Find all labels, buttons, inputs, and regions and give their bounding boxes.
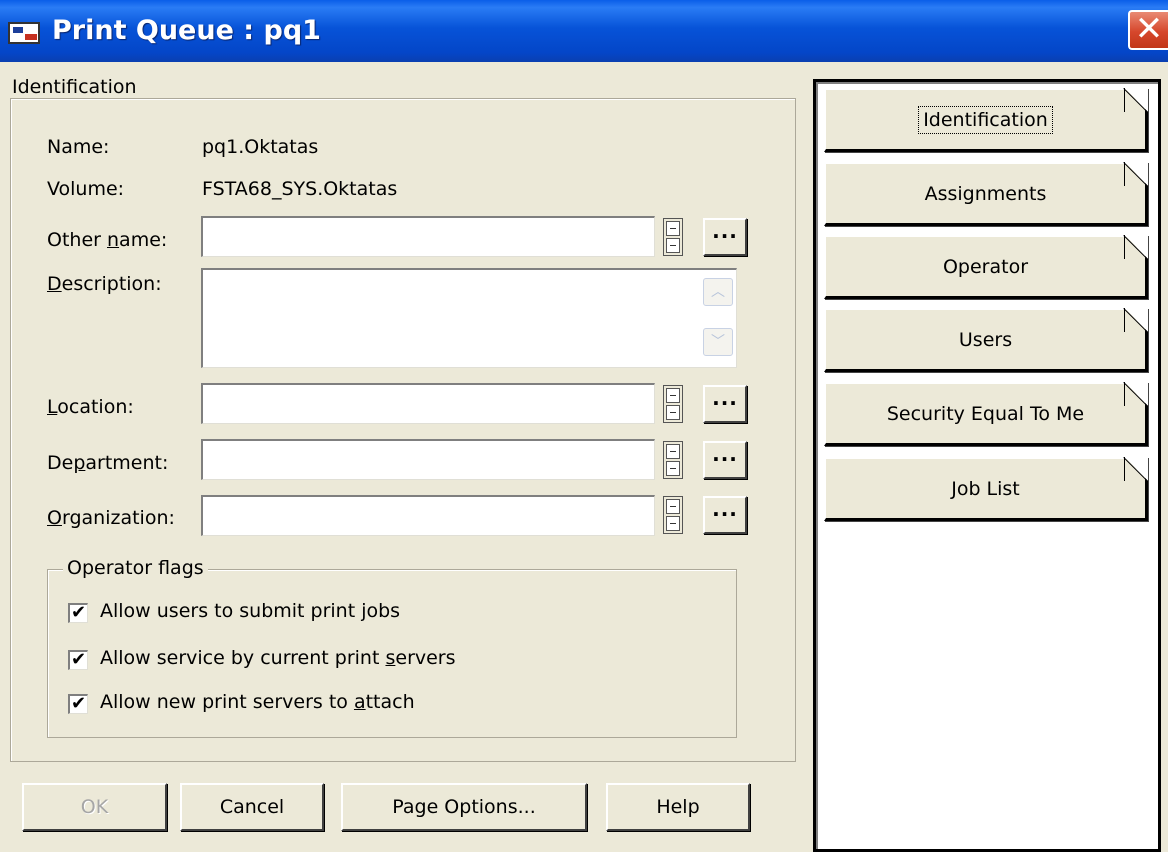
page-fold-icon <box>1124 457 1148 481</box>
print-queue-app-icon[interactable] <box>8 22 40 44</box>
ok-button[interactable]: OK <box>22 783 167 831</box>
tab-assignments[interactable]: Assignments <box>824 162 1148 226</box>
organization-browse-button[interactable]: ... <box>703 496 747 534</box>
chevron-down-icon: ﹀ <box>711 334 725 350</box>
volume-label: Volume: <box>47 178 125 200</box>
name-label: Name: <box>47 136 110 158</box>
page-fold-icon <box>1124 162 1148 186</box>
allow-attach-checkbox[interactable]: ✔ <box>68 694 88 714</box>
allow-service-label[interactable]: Allow service by current print servers <box>100 647 456 669</box>
tab-label: Assignments <box>924 183 1047 205</box>
department-field[interactable] <box>201 439 655 480</box>
checkmark-icon: ✔ <box>70 693 87 714</box>
description-field[interactable] <box>201 268 737 368</box>
organization-spinner[interactable] <box>663 496 683 534</box>
department-browse-button[interactable]: ... <box>703 441 747 479</box>
window-title: Print Queue : pq1 <box>52 15 321 46</box>
tab-label: Users <box>958 329 1013 351</box>
location-spinner[interactable] <box>663 385 683 423</box>
spin-up-icon[interactable] <box>666 388 680 403</box>
tab-operator[interactable]: Operator <box>824 235 1148 299</box>
spin-down-icon[interactable] <box>666 516 680 531</box>
tab-label: Identification <box>918 106 1053 134</box>
spin-down-icon[interactable] <box>666 461 680 476</box>
tab-label: Operator <box>942 256 1029 278</box>
checkmark-icon: ✔ <box>70 649 87 670</box>
other-name-spinner[interactable] <box>663 218 683 256</box>
department-label: Department: <box>47 452 169 474</box>
spin-down-icon[interactable] <box>666 238 680 253</box>
allow-submit-jobs-checkbox[interactable]: ✔ <box>68 603 88 623</box>
location-browse-button[interactable]: ... <box>703 385 747 423</box>
tab-label: Security Equal To Me <box>886 403 1085 425</box>
location-label: Location: <box>47 396 134 418</box>
tab-security-equal-to-me[interactable]: Security Equal To Me <box>824 382 1148 446</box>
tab-label: Job List <box>951 478 1020 500</box>
spin-up-icon[interactable] <box>666 221 680 236</box>
close-button[interactable]: ✕ <box>1128 10 1168 50</box>
organization-field[interactable] <box>201 495 655 536</box>
identification-group-label: Identification <box>12 76 141 98</box>
location-field[interactable] <box>201 383 655 424</box>
page-fold-icon <box>1124 382 1148 406</box>
page-options-button[interactable]: Page Options... <box>341 783 587 831</box>
other-name-label: Other name: <box>47 229 168 251</box>
tab-identification[interactable]: Identification <box>824 88 1148 152</box>
scroll-down-button[interactable]: ﹀ <box>703 328 733 356</box>
volume-value: FSTA68_SYS.Oktatas <box>202 178 398 200</box>
department-spinner[interactable] <box>663 441 683 479</box>
description-label: Description: <box>47 273 162 295</box>
checkmark-icon: ✔ <box>70 602 87 623</box>
allow-service-checkbox[interactable]: ✔ <box>68 650 88 670</box>
page-fold-icon <box>1124 235 1148 259</box>
title-bar[interactable]: Print Queue : pq1 ✕ <box>0 0 1168 62</box>
cancel-button[interactable]: Cancel <box>180 783 324 831</box>
tab-users[interactable]: Users <box>824 308 1148 372</box>
allow-submit-jobs-label[interactable]: Allow users to submit print jobs <box>100 600 400 622</box>
name-value: pq1.Oktatas <box>202 136 319 158</box>
organization-label: Organization: <box>47 507 175 529</box>
scroll-up-button[interactable]: ︿ <box>703 278 733 306</box>
tab-job-list[interactable]: Job List <box>824 457 1148 521</box>
page-fold-icon <box>1124 308 1148 332</box>
page-fold-icon <box>1124 88 1148 112</box>
help-button[interactable]: Help <box>606 783 750 831</box>
operator-flags-legend: Operator flags <box>63 557 208 579</box>
allow-attach-label[interactable]: Allow new print servers to attach <box>100 691 415 713</box>
other-name-browse-button[interactable]: ... <box>703 218 747 256</box>
chevron-up-icon: ︿ <box>711 284 725 300</box>
close-icon: ✕ <box>1134 9 1164 49</box>
other-name-field[interactable] <box>201 216 655 257</box>
spin-down-icon[interactable] <box>666 405 680 420</box>
spin-up-icon[interactable] <box>666 499 680 514</box>
spin-up-icon[interactable] <box>666 444 680 459</box>
